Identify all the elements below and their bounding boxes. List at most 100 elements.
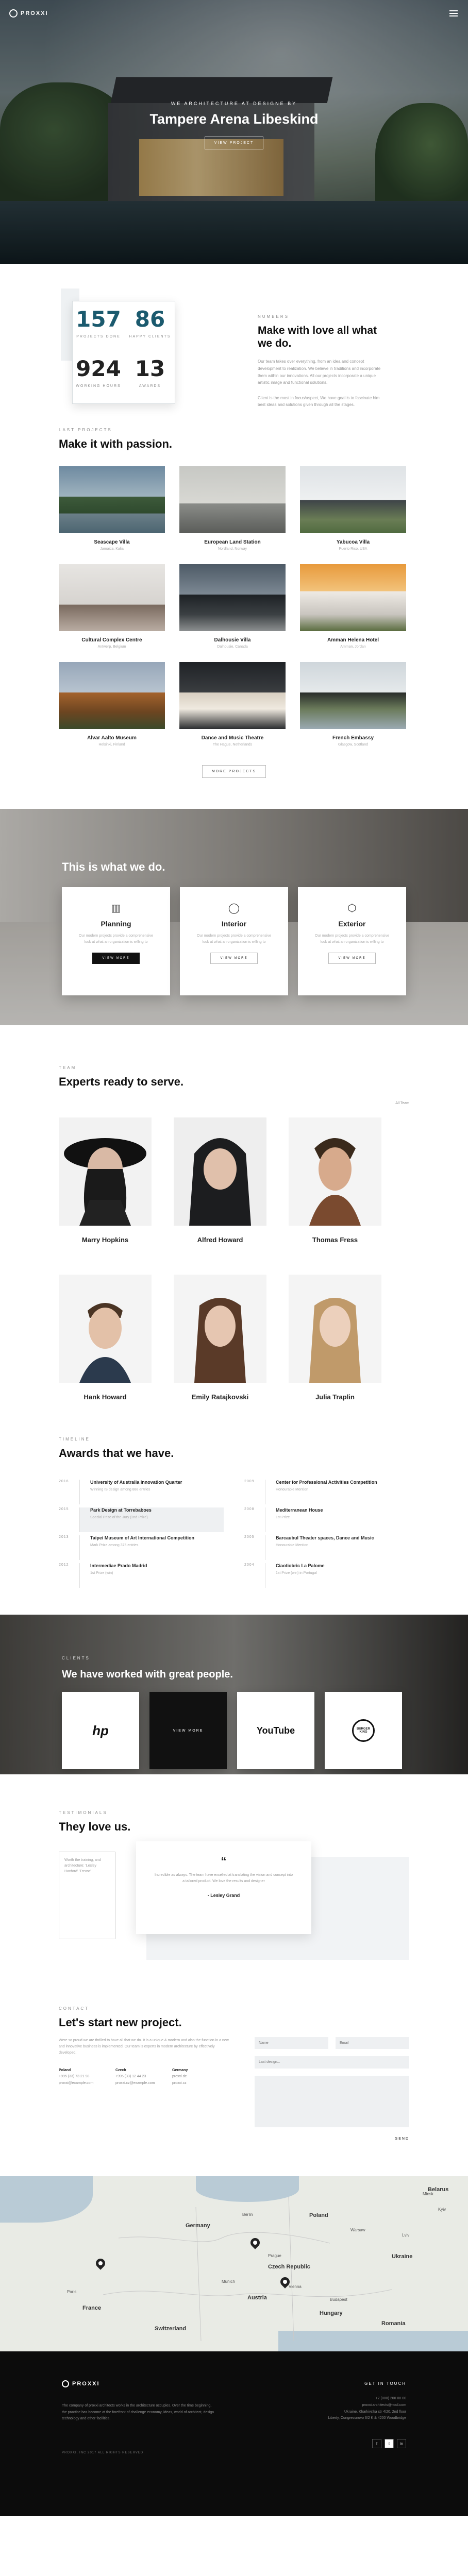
team-section: TEAM Experts ready to serve. All Team Ma… [59, 1065, 409, 1401]
map-section[interactable]: Germany Poland Ukraine France Austria Hu… [0, 2176, 468, 2351]
hp-logo-icon: hp [92, 1722, 109, 1738]
twitter-icon[interactable]: t [385, 2439, 394, 2448]
cube-icon: ⬡ [347, 903, 357, 914]
footer-about: The company of proxxi architects works i… [62, 2404, 214, 2421]
awards-section: TIMELINE Awards that we have. 2016 Univer… [0, 1437, 468, 1588]
team-member[interactable]: Emily Ratajkovski [174, 1275, 266, 1401]
project-card[interactable]: Dalhousie Villa Dalhousie, Canada [179, 564, 286, 649]
project-image [179, 564, 286, 631]
project-image [179, 662, 286, 729]
project-card[interactable]: Amman Helena Hotel Amman, Jordan [300, 564, 406, 649]
project-image [300, 662, 406, 729]
building-icon: ▥ [111, 903, 121, 914]
facebook-icon[interactable]: f [372, 2439, 381, 2448]
team-member[interactable]: Julia Traplin [289, 1275, 381, 1401]
project-card[interactable]: Cultural Complex Centre Antwerp, Belgium [59, 564, 165, 649]
award-item: 2005 Barcaubul Theater spaces, Dance and … [244, 1532, 409, 1560]
client-logo-youtube[interactable]: YouTube [237, 1692, 314, 1769]
lamp-icon: ◯ [228, 903, 240, 914]
logo-icon [9, 9, 18, 18]
awards-list: 2016 University of Australia Innovation Q… [59, 1477, 409, 1588]
projects-section: LAST PROJECTS Make it with passion. Seas… [0, 428, 468, 778]
project-card[interactable]: Yabucoa Villa Puerto Rico, USA [300, 466, 406, 551]
testimonial-card: “ Incredible as always. The team have ex… [136, 1841, 311, 1934]
project-card[interactable]: French Embassy Glasgow, Scotland [300, 662, 406, 747]
services-title: This is what we do. [62, 860, 165, 873]
service-card-planning: ▥ Planning Our modern projects provide a… [62, 887, 170, 995]
stat-projects: 157 PROJECTS DONE [76, 307, 121, 338]
project-image [59, 466, 165, 533]
exterior-view-more-button[interactable]: VIEW MORE [328, 952, 376, 964]
project-card[interactable]: Dance and Music Theatre The Hague, Nethe… [179, 662, 286, 747]
message-field[interactable] [255, 2076, 409, 2127]
team-member[interactable]: Hank Howard [59, 1275, 152, 1401]
member-photo [174, 1117, 266, 1226]
social-links: f t in [372, 2439, 406, 2448]
clients-section: CLIENTS We have worked with great people… [0, 1615, 468, 1774]
burger-king-logo-icon: BURGER KING [352, 1719, 375, 1742]
linkedin-icon[interactable]: in [397, 2439, 406, 2448]
client-logo-burger-king[interactable]: BURGER KING [325, 1692, 402, 1769]
member-photo [174, 1275, 266, 1383]
team-member[interactable]: Alfred Howard [174, 1117, 266, 1244]
award-item: 2008 Mediterranean House 1st Prize [244, 1504, 409, 1532]
member-photo [59, 1117, 152, 1226]
services-section: This is what we do. ▥ Planning Our moder… [0, 809, 468, 1025]
more-projects-button[interactable]: MORE PROJECTS [202, 765, 266, 778]
hamburger-menu-icon[interactable] [449, 10, 458, 16]
award-item: 2015 Park Design at Torrebaboes Special Pr… [59, 1504, 224, 1532]
stats-section: 157 PROJECTS DONE 86 HAPPY CLIENTS 924 W… [0, 283, 468, 417]
project-card[interactable]: Alvar Aalto Museum Helsinki, Finland [59, 662, 165, 747]
award-item: 2016 University of Australia Innovation Q… [59, 1477, 224, 1504]
projects-grid: Seascape Villa Jamaica, Kalia European L… [59, 466, 409, 747]
footer: PROXXI The company of proxxi architects … [0, 2351, 468, 2516]
name-field[interactable] [255, 2037, 328, 2049]
view-project-button[interactable]: VIEW PROJECT [204, 137, 264, 149]
footer-logo[interactable]: PROXXI [62, 2380, 100, 2387]
member-photo [59, 1275, 152, 1383]
about-block: NUMBERS Make with love all what we do. O… [258, 314, 387, 409]
site-logo[interactable]: PROXXI [9, 9, 48, 18]
client-logo-hp[interactable]: hp [62, 1692, 139, 1769]
team-grid: Marry Hopkins Alfred Howard Thomas Fress… [59, 1117, 409, 1401]
interior-view-more-button[interactable]: VIEW MORE [210, 952, 258, 964]
quote-icon: “ [221, 1855, 227, 1868]
award-item: 2013 Taipei Museum of Art International C… [59, 1532, 224, 1560]
member-photo [289, 1275, 381, 1383]
stat-hours: 924 WORKING HOURS [76, 356, 121, 388]
all-team-link[interactable]: All Team [395, 1101, 409, 1105]
project-image [179, 466, 286, 533]
stat-awards: 13 AWARDS [135, 356, 165, 388]
youtube-logo-icon: YouTube [256, 1725, 295, 1736]
clients-view-more[interactable]: VIEW MORE [149, 1692, 227, 1769]
project-type-select[interactable]: Last design... [255, 2056, 409, 2069]
service-card-exterior: ⬡ Exterior Our modern projects provide a… [298, 887, 406, 995]
project-card[interactable]: European Land Station Nordland, Norway [179, 466, 286, 551]
planning-view-more-button[interactable]: VIEW MORE [92, 952, 140, 964]
project-image [300, 564, 406, 631]
testimonial-side-card: Worth the training, and architecture: 'L… [59, 1852, 115, 1939]
project-card[interactable]: Seascape Villa Jamaica, Kalia [59, 466, 165, 551]
contact-form: Last design... SEND [255, 2037, 409, 2141]
hero-subtitle: WE ARCHITECTURE AT DESIGNE BY [171, 101, 297, 106]
testimonials-section: TESTIMONIALS They love us. Worth the tra… [0, 1810, 468, 1975]
email-field[interactable] [336, 2037, 409, 2049]
team-member[interactable]: Thomas Fress [289, 1117, 381, 1244]
hero-title: Tampere Arena Libeskind [149, 111, 319, 127]
contact-title: Let's start new project. [59, 2016, 182, 2029]
team-member[interactable]: Marry Hopkins [59, 1117, 152, 1244]
hero-section: PROXXI WE ARCHITECTURE AT DESIGNE BY Tam… [0, 0, 468, 264]
team-title: Experts ready to serve. [59, 1075, 184, 1088]
project-image [59, 662, 165, 729]
hero-caption: WE ARCHITECTURE AT DESIGNE BY Tampere Ar… [0, 101, 468, 149]
project-image [300, 466, 406, 533]
testimonials-title: They love us. [59, 1820, 131, 1833]
logo-icon [62, 2380, 69, 2387]
about-title: Make with love all what we do. [258, 325, 377, 350]
copyright: PROXXI, INC 2017 ALL RIGHTS RESERVED [62, 2451, 144, 2454]
member-photo [289, 1117, 381, 1226]
award-item: 2004 Ciaotiobric La Palome 1st Prize (win)… [244, 1560, 409, 1588]
send-button[interactable]: SEND [255, 2137, 409, 2141]
project-image [59, 564, 165, 631]
footer-contact: GET IN TOUCH +7 (800) 200 00 00 proxxi.a… [328, 2381, 406, 2420]
